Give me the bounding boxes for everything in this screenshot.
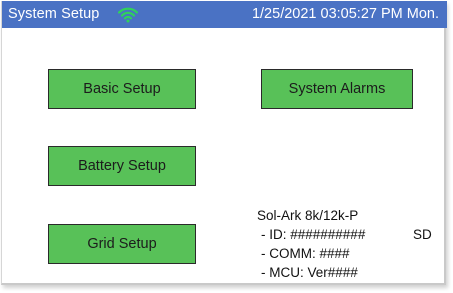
basic-setup-label: Basic Setup xyxy=(83,81,161,97)
device-comm: - COMM: #### xyxy=(261,246,350,261)
basic-setup-button[interactable]: Basic Setup xyxy=(48,69,196,109)
window-frame: System Setup 1/25/2021 03:05:27 PM Mon. … xyxy=(1,1,447,285)
battery-setup-button[interactable]: Battery Setup xyxy=(48,146,196,186)
device-model: Sol-Ark 8k/12k-P xyxy=(257,208,359,223)
sd-card-indicator: SD xyxy=(413,227,432,242)
device-id: - ID: ########## xyxy=(261,227,366,242)
system-alarms-button[interactable]: System Alarms xyxy=(261,69,413,109)
device-info: Sol-Ark 8k/12k-P - ID: ########## - COMM… xyxy=(257,206,365,282)
battery-setup-label: Battery Setup xyxy=(78,158,166,174)
title-bar: System Setup 1/25/2021 03:05:27 PM Mon. xyxy=(2,1,447,28)
system-alarms-label: System Alarms xyxy=(288,81,386,97)
grid-setup-label: Grid Setup xyxy=(87,236,157,252)
screen: System Setup 1/25/2021 03:05:27 PM Mon. … xyxy=(0,0,453,293)
grid-setup-button[interactable]: Grid Setup xyxy=(48,224,196,264)
wifi-icon xyxy=(118,7,138,23)
device-mcu: - MCU: Ver#### xyxy=(261,265,358,280)
page-title: System Setup xyxy=(8,6,100,22)
datetime-display: 1/25/2021 03:05:27 PM Mon. xyxy=(251,6,439,22)
